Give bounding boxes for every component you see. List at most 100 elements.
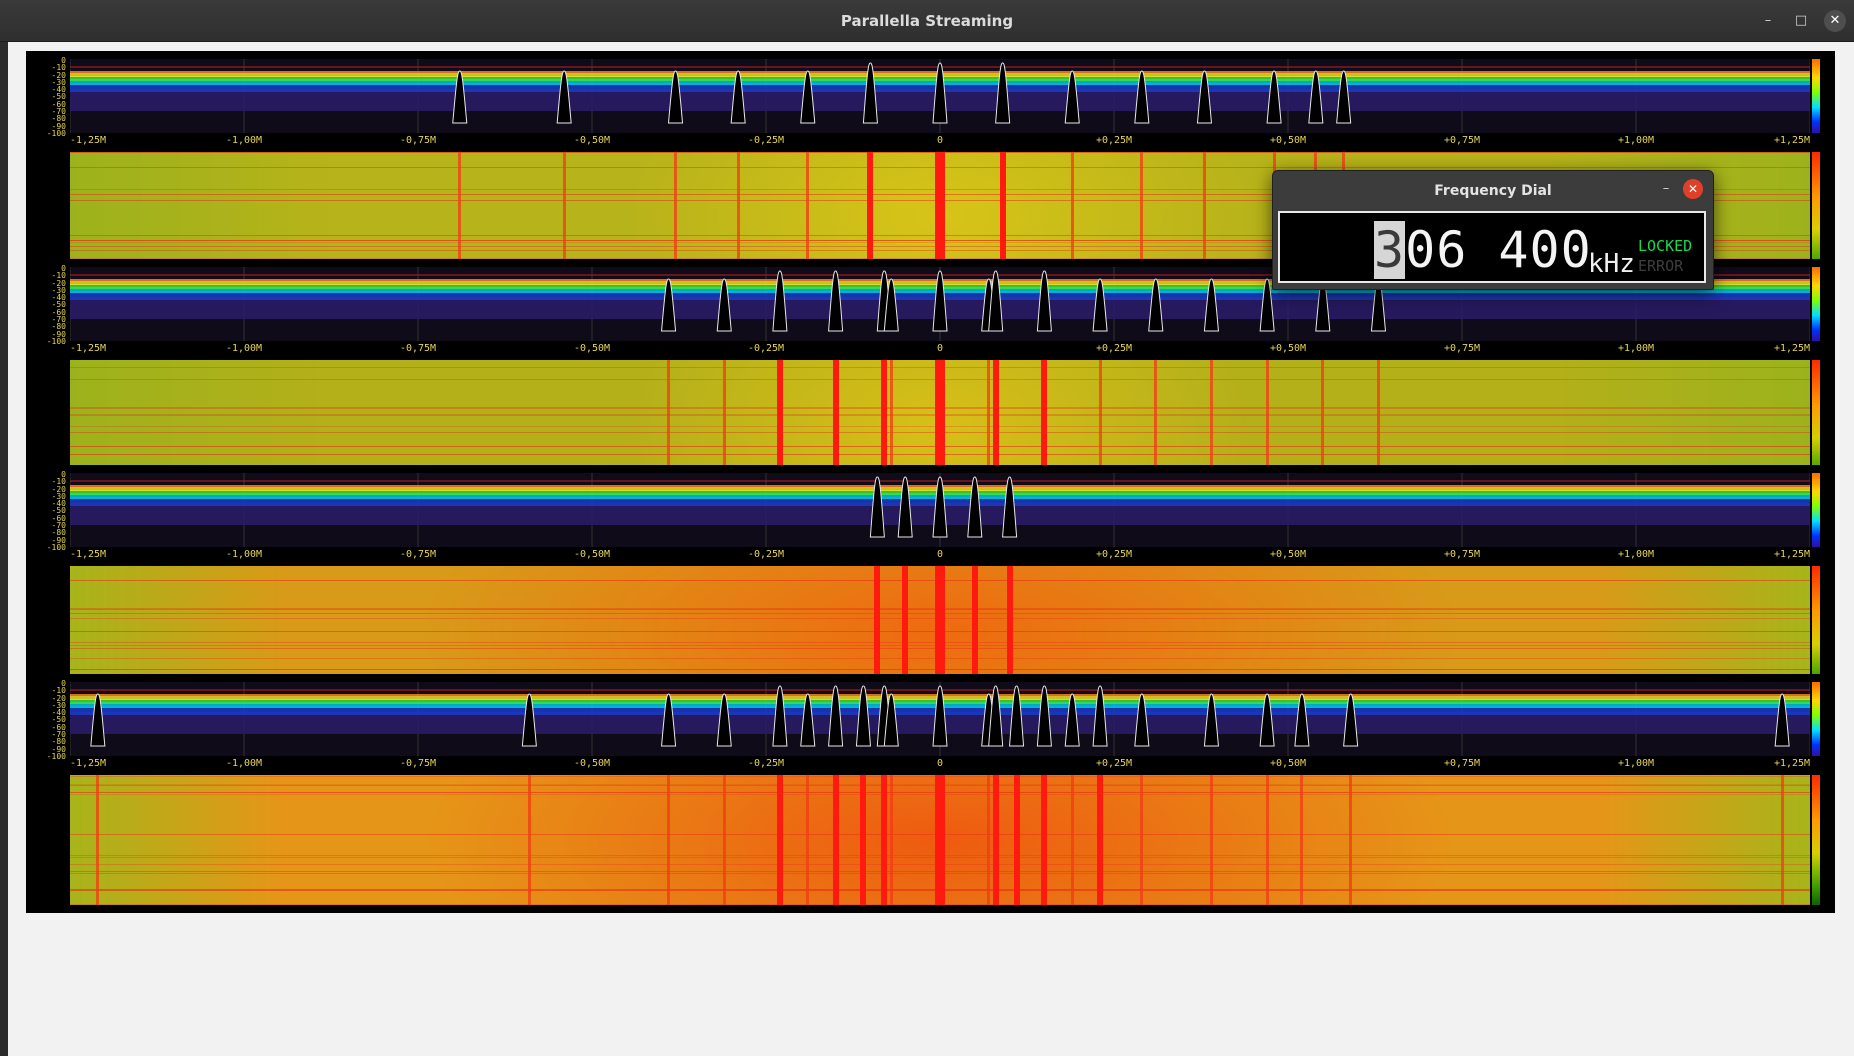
frequency-tick-label: +0,50M [1269,758,1307,769]
frequency-tick-label: +0,50M [1269,549,1307,560]
frequency-tick-label: +0,25M [1095,758,1133,769]
frequency-tick-label: -1,25M [69,549,107,560]
frequency-tick-label: -1,25M [69,135,107,146]
dialog-title: Frequency Dial [1434,183,1552,199]
frequency-tick-label: -0,25M [747,758,785,769]
frequency-tick-label: -1,00M [225,758,263,769]
waterfall-signal-line [1780,775,1784,905]
db-scale: 0 -10 -20 -30 -40 -50 -60 -70 -80 -90 -100 [30,264,66,346]
waterfall-signal-line [1140,775,1144,905]
close-icon[interactable]: ✕ [1683,179,1703,199]
frequency-tick-label: -1,00M [225,135,263,146]
frequency-tick-label: -0,25M [747,135,785,146]
frequency-tick-label: +1,25M [1773,758,1811,769]
waterfall-signal-line [667,775,671,905]
spectrum-svg [70,59,1810,133]
frequency-tick-label: -1,00M [225,343,263,354]
db-tick-label: -100 [46,542,66,552]
db-scale: 0 -10 -20 -30 -40 -50 -60 -70 -80 -90 -100 [30,679,66,761]
waterfall-signal-line [832,775,839,905]
waterfall-signal-line [860,775,867,905]
frequency-value[interactable]: 306 400 [1374,221,1592,279]
spectrum-panel-3[interactable]: 0 -10 -20 -30 -40 -50 -60 -70 -80 -90 -100 -1,25M -1… [26,465,1835,704]
close-icon[interactable]: ✕ [1824,10,1846,32]
db-tick-label: -100 [46,751,66,761]
frequency-tick-label: -0,75M [399,758,437,769]
waterfall-plot[interactable] [70,775,1810,905]
spectrum-panel-2[interactable]: 0 -10 -20 -30 -40 -50 -60 -70 -80 -90 -100 -1,25M -1… [26,259,1835,498]
maximize-icon[interactable]: □ [1790,10,1812,32]
frequency-tick-label: -1,25M [69,343,107,354]
waterfall-signal-line [889,775,893,905]
frequency-tick-label: -0,75M [399,343,437,354]
frequency-tick-label: +1,00M [1617,758,1655,769]
frequency-tick-label: 0 [936,343,944,354]
minimize-icon[interactable]: – [1656,179,1676,199]
frequency-tick-label: -1,00M [225,549,263,560]
frequency-tick-label: -0,25M [747,343,785,354]
frequency-tick-label: 0 [936,135,944,146]
frequency-axis: -1,25M -1,00M -0,75M -0,50M -0,25M 0 +0,25M +0,… [70,135,1810,149]
frequency-tick-label: +0,50M [1269,343,1307,354]
spectrum-svg [70,682,1810,756]
spectrum-color-scale [1812,473,1820,547]
frequency-tick-label: -0,50M [573,549,611,560]
spectrum-color-scale [1812,267,1820,341]
waterfall-signal-line [1070,775,1074,905]
frequency-tick-label: +1,00M [1617,343,1655,354]
waterfall-signal-line [776,775,783,905]
waterfall-signal-line [527,775,531,905]
frequency-tick-label: +1,25M [1773,135,1811,146]
status-locked: LOCKED [1638,237,1693,255]
db-scale: 0 -10 -20 -30 -40 -50 -60 -70 -80 -90 -100 [30,470,66,552]
frequency-tick-label: -1,25M [69,758,107,769]
frequency-tick-label: +1,00M [1617,135,1655,146]
frequency-axis: -1,25M -1,00M -0,75M -0,50M -0,25M 0 +0,25M +0,… [70,343,1810,357]
waterfall-signal-line [992,775,999,905]
spectrum-plot[interactable] [70,682,1810,756]
waterfall-signal-line [806,775,810,905]
frequency-digits[interactable]: 06 400 [1405,221,1592,279]
frequency-tick-label: -0,75M [399,549,437,560]
frequency-tick-label: +0,75M [1443,343,1481,354]
frequency-tick-label: +0,25M [1095,135,1133,146]
frequency-tick-label: -0,50M [573,343,611,354]
db-tick-label: -100 [46,336,66,346]
frequency-dial-window[interactable]: Frequency Dial – ✕ 306 400 kHz LOCKED ER… [1272,170,1714,290]
frequency-tick-label: +0,75M [1443,549,1481,560]
waterfall-signal-line [1013,775,1020,905]
spectrum-color-scale [1812,682,1820,756]
frequency-tick-label: +0,50M [1269,135,1307,146]
db-scale: 0 -10 -20 -30 -40 -50 -60 -70 -80 -90 -100 [30,56,66,138]
waterfall-signal-line [1041,775,1048,905]
frequency-tick-label: -0,50M [573,758,611,769]
waterfall-signal-line [722,775,726,905]
frequency-tick-label: 0 [936,549,944,560]
frequency-tick-label: 0 [936,758,944,769]
frequency-tick-label: +1,00M [1617,549,1655,560]
frequency-tick-label: +0,25M [1095,343,1133,354]
db-tick-label: -100 [46,128,66,138]
waterfall-signal-line [96,775,100,905]
waterfall-signal-line [1300,775,1304,905]
window-title: Parallella Streaming [840,12,1014,30]
waterfall-signal-line [1209,775,1213,905]
frequency-unit: kHz [1588,249,1635,279]
frequency-tick-label: -0,50M [573,135,611,146]
spectrum-color-scale [1812,59,1820,133]
window-titlebar: Parallella Streaming – □ ✕ [0,0,1854,42]
waterfall-signal-line [1349,775,1353,905]
frequency-tick-label: -0,25M [747,549,785,560]
spectrum-plot[interactable] [70,473,1810,547]
waterfall-signal-line [881,775,888,905]
spectrum-panel-4[interactable]: 0 -10 -20 -30 -40 -50 -60 -70 -80 -90 -100 -1,25M -1… [26,674,1835,913]
minimize-icon[interactable]: – [1757,10,1779,32]
spectrum-svg [70,473,1810,547]
digit-cursor[interactable]: 3 [1374,221,1406,279]
frequency-tick-label: +1,25M [1773,549,1811,560]
spectrum-plot[interactable] [70,59,1810,133]
frequency-tick-label: +0,25M [1095,549,1133,560]
waterfall-signal-line [935,775,945,905]
waterfall-color-scale [1812,775,1820,905]
frequency-display[interactable]: 306 400 kHz LOCKED ERROR [1278,211,1706,283]
